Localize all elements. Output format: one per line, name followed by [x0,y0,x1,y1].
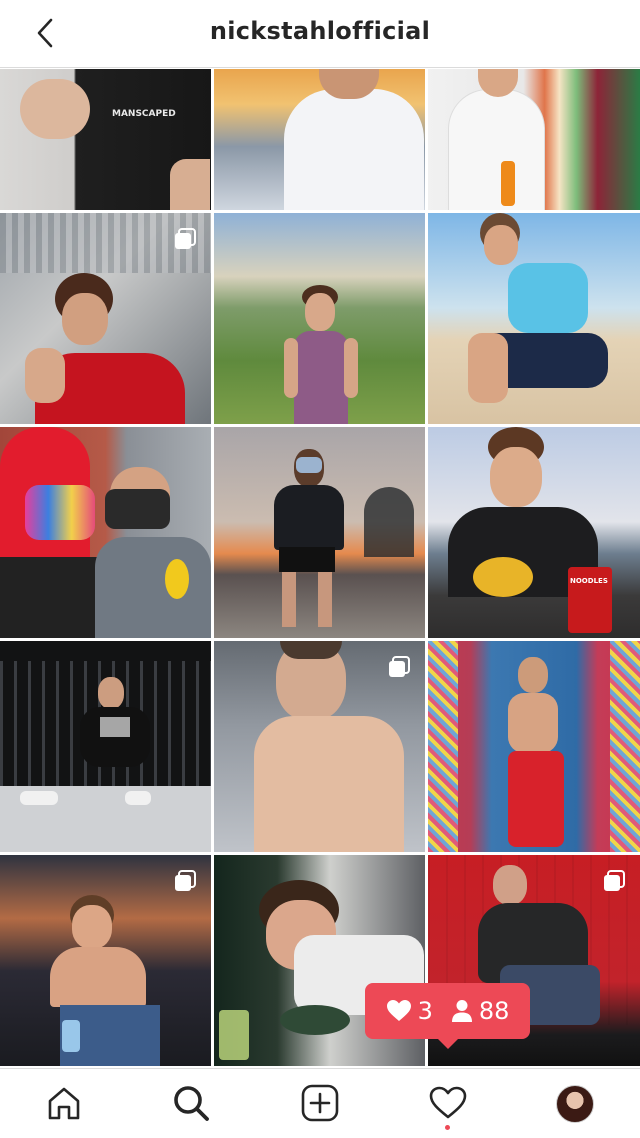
home-icon [48,1087,80,1120]
grid-tile[interactable] [214,69,425,210]
tab-activity[interactable] [428,1083,468,1123]
activity-indicator-dot [445,1125,450,1130]
page-title: nickstahlofficial [209,17,431,45]
person-icon [451,1000,472,1022]
grid-tile[interactable] [428,641,640,852]
multiple-photos-icon [173,227,197,251]
multiple-photos-icon [387,655,411,679]
grid-tile[interactable] [214,213,425,424]
likes-count: 3 [417,997,433,1025]
tab-search[interactable] [171,1083,211,1123]
activity-notification-bubble[interactable]: 3 88 [365,983,530,1049]
tab-new-post[interactable] [300,1083,340,1123]
top-bar: nickstahlofficial [0,0,640,68]
grid-tile[interactable]: NOODLES [428,427,640,638]
grid-tile[interactable] [0,641,211,852]
grid-tile[interactable] [0,213,211,424]
avatar[interactable] [556,1085,594,1123]
grid-tile[interactable] [214,641,425,852]
grid-tile[interactable] [214,427,425,638]
likes-count-group: 3 [386,997,433,1025]
heart-filled-icon [386,1000,411,1021]
follows-count: 88 [478,997,510,1025]
grid-tile[interactable] [428,69,640,210]
plus-square-icon [301,1084,339,1122]
grid-tile[interactable] [0,427,211,638]
grid-tile[interactable] [0,855,211,1066]
multiple-photos-icon [602,869,626,893]
grid-tile[interactable] [428,213,640,424]
photo-grid: MANSCAPED NOODLES [0,69,640,1068]
tab-home[interactable] [44,1083,84,1123]
heart-icon [429,1086,467,1119]
grid-tile[interactable]: MANSCAPED [0,69,211,210]
bottom-tab-bar [0,1068,640,1138]
multiple-photos-icon [173,869,197,893]
search-icon [174,1086,209,1121]
follows-count-group: 88 [451,997,510,1025]
